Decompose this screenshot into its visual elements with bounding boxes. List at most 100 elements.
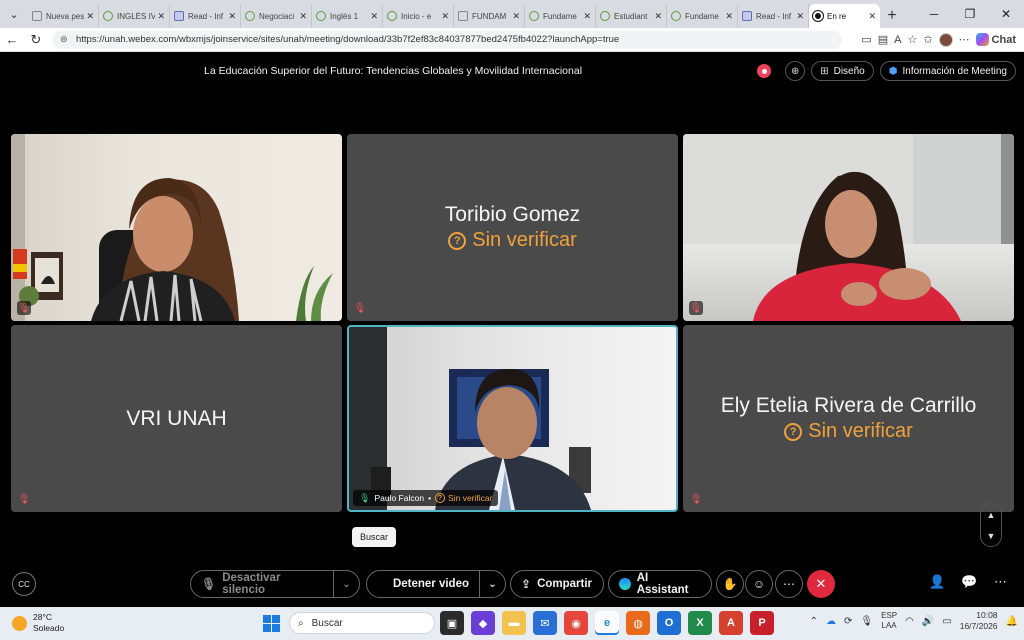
unmute-control: 🎙 Desactivar silencio ⌄ — [190, 570, 360, 598]
meeting-info-button[interactable]: ⬢ Información de Meeting — [879, 61, 1016, 81]
chrome-icon[interactable]: ◉ — [564, 611, 588, 635]
reload-icon[interactable]: ↻ — [24, 28, 48, 52]
tab-title: Estudiant — [614, 11, 648, 21]
reactions-icon[interactable]: ☺ — [745, 570, 773, 598]
video-tile[interactable]: VRI UNAH 🎙 — [11, 325, 342, 512]
excel-icon[interactable]: X — [688, 611, 712, 635]
browser-tab[interactable]: Estudiant ✕ — [596, 4, 667, 28]
site-icon — [529, 11, 539, 21]
taskbar-search[interactable]: ⌕ Buscar — [289, 612, 435, 634]
active-speaker-tile[interactable]: 🎙 Paulo Falcon • ? Sin verificar — [347, 325, 678, 512]
url-field[interactable]: ⊜ https://unah.webex.com/wbxmjs/joinserv… — [52, 30, 842, 49]
more-options-icon[interactable]: ⋯ — [775, 570, 803, 598]
participants-icon[interactable]: 👤 — [929, 574, 945, 590]
scroll-down-icon[interactable]: ▼ — [987, 531, 996, 541]
battery-icon[interactable]: ▭ — [942, 616, 951, 627]
windows-start-icon[interactable] — [263, 615, 280, 632]
firefox-icon[interactable]: ◍ — [626, 611, 650, 635]
tab-title: Inicio - e — [401, 11, 432, 21]
close-tab-icon[interactable]: ✕ — [654, 11, 662, 22]
leave-meeting-button[interactable]: ✕ — [807, 570, 835, 598]
browser-tab[interactable]: Read - Inf ✕ — [170, 4, 241, 28]
favorites-icon[interactable]: ✩ — [923, 33, 932, 46]
close-tab-icon[interactable]: ✕ — [796, 11, 804, 22]
edge-icon[interactable]: e — [595, 611, 619, 635]
browser-tab-active[interactable]: En re ✕ — [809, 4, 880, 28]
close-tab-icon[interactable]: ✕ — [370, 11, 378, 22]
minimize-icon[interactable]: ─ — [916, 0, 952, 28]
outlook-icon[interactable]: O — [657, 611, 681, 635]
copilot-chat-button[interactable]: Chat — [975, 33, 1016, 46]
share-button[interactable]: ⇪ Compartir — [510, 570, 604, 598]
notifications-icon[interactable]: 🔔 — [1006, 616, 1018, 627]
close-tab-icon[interactable]: ✕ — [157, 11, 165, 22]
close-tab-icon[interactable]: ✕ — [441, 11, 449, 22]
language-indicator[interactable]: ESP LAA — [881, 611, 897, 631]
show-hidden-icons-chevron-icon[interactable]: ⌃ — [810, 616, 818, 627]
audio-options-chevron-icon[interactable]: ⌄ — [333, 571, 359, 597]
close-tab-icon[interactable]: ✕ — [228, 11, 236, 22]
weather-widget[interactable]: 28°C Soleado — [12, 612, 64, 634]
ai-assistant-button[interactable]: AI Assistant — [608, 570, 712, 598]
close-tab-icon[interactable]: ✕ — [725, 11, 733, 22]
volume-icon[interactable]: 🔊 — [922, 616, 934, 627]
browser-tab[interactable]: Inicio - e ✕ — [383, 4, 454, 28]
copilot-app-icon[interactable]: ◆ — [471, 611, 495, 635]
layout-button[interactable]: ⊞ Diseño — [811, 61, 874, 81]
video-tile[interactable]: 🎙 — [683, 134, 1014, 321]
new-tab-plus-icon[interactable]: + — [880, 4, 904, 28]
browser-tab[interactable]: Fundame ✕ — [525, 4, 596, 28]
microphone-icon[interactable]: 🎙 — [860, 616, 873, 627]
browser-tab[interactable]: Inglés 1 ✕ — [312, 4, 383, 28]
browser-tab[interactable]: Nueva pestaña✕ — [28, 4, 99, 28]
file-explorer-icon[interactable]: ▬ — [502, 611, 526, 635]
site-icon — [600, 11, 610, 21]
wifi-icon[interactable]: ◠ — [905, 616, 914, 627]
back-arrow-icon[interactable]: ← — [0, 28, 24, 52]
tab-list-chevron-icon[interactable]: ⌄ — [0, 0, 28, 28]
browser-tab[interactable]: FUNDAM ✕ — [454, 4, 525, 28]
onedrive-cloud-icon[interactable]: ☁ — [826, 616, 836, 627]
share-screen-icon: ⇪ — [521, 577, 532, 591]
close-tab-icon[interactable]: ✕ — [299, 11, 307, 22]
pdf-reader-icon[interactable]: P — [750, 611, 774, 635]
unmute-button[interactable]: 🎙 Desactivar silencio — [191, 571, 333, 597]
clock[interactable]: 10:08 16/7/2026 — [960, 610, 998, 632]
video-options-chevron-icon[interactable]: ⌄ — [479, 571, 505, 597]
muted-mic-icon: 🎙 — [689, 301, 703, 315]
profile-avatar[interactable] — [938, 32, 953, 47]
close-tab-icon[interactable]: ✕ — [86, 11, 94, 22]
more-menu-icon[interactable]: ⋯ — [959, 33, 970, 46]
video-tile[interactable]: Ely Etelia Rivera de Carrillo ? Sin verif… — [683, 325, 1014, 512]
browser-tab[interactable]: Read - Inf ✕ — [738, 4, 809, 28]
favorite-star-icon[interactable]: ☆ — [907, 33, 917, 46]
sync-icon[interactable]: ⟳ — [844, 616, 852, 627]
video-tile[interactable]: Toribio Gomez ? Sin verificar 🎙 — [347, 134, 678, 321]
site-info-icon[interactable]: ⊜ — [60, 34, 70, 45]
mail-icon[interactable]: ✉ — [533, 611, 557, 635]
address-bar-icons: ▭ ▤ A ☆ ✩ ⋯ Chat — [861, 32, 1024, 47]
browser-tab[interactable]: Fundame ✕ — [667, 4, 738, 28]
close-tab-icon[interactable]: ✕ — [512, 11, 520, 22]
task-view-icon[interactable]: ▣ — [440, 611, 464, 635]
scroll-up-icon[interactable]: ▲ — [987, 510, 996, 520]
browser-tab[interactable]: Negociaci ✕ — [241, 4, 312, 28]
acrobat-icon[interactable]: A — [719, 611, 743, 635]
zoom-icon[interactable]: ⊕ — [785, 61, 806, 81]
read-aloud-icon[interactable]: A — [894, 34, 901, 46]
stop-video-button[interactable]: Detener video — [367, 571, 479, 597]
browser-tab[interactable]: INGLÉS IV ✕ — [99, 4, 170, 28]
close-tab-icon[interactable]: ✕ — [868, 11, 876, 22]
raise-hand-icon[interactable]: ✋ — [716, 570, 744, 598]
recording-icon[interactable] — [757, 64, 772, 78]
chat-bubble-icon[interactable]: 💬 — [961, 574, 977, 590]
maximize-icon[interactable]: ❐ — [952, 0, 988, 28]
camera-icon[interactable]: ▭ — [861, 33, 871, 46]
reader-icon[interactable]: ▤ — [878, 33, 888, 46]
closed-captions-icon[interactable]: CC — [12, 572, 36, 596]
more-panels-icon[interactable]: ⋯ — [994, 574, 1007, 590]
gallery-scroll-control: ▲ ▼ — [980, 503, 1002, 547]
video-tile[interactable]: 🎙 — [11, 134, 342, 321]
close-tab-icon[interactable]: ✕ — [583, 11, 591, 22]
close-window-icon[interactable]: ✕ — [988, 0, 1024, 28]
